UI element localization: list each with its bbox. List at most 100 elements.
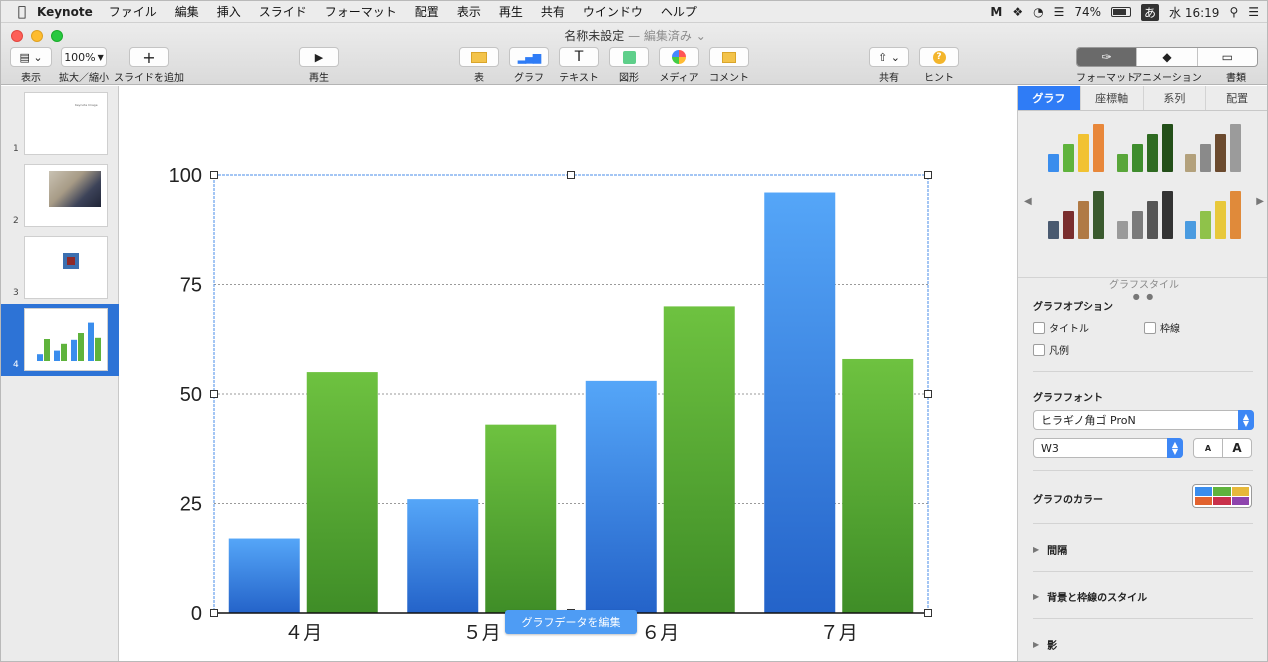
chevron-right-icon[interactable]: ▶ (1256, 196, 1264, 207)
color-chip (1195, 496, 1213, 505)
chart-icon: ▂▄▆ (517, 50, 541, 64)
chart-colors-picker[interactable] (1192, 484, 1252, 508)
view-button[interactable]: ▤ ⌄ (10, 47, 52, 67)
paintbrush-icon: ✑ (1101, 50, 1112, 64)
menu-insert[interactable]: 挿入 (217, 3, 241, 20)
chart-button[interactable]: ▂▄▆ (509, 47, 549, 67)
border-checkbox[interactable]: 枠線 (1144, 320, 1180, 335)
title-checkbox[interactable]: タイトル (1033, 320, 1089, 335)
checkbox-box[interactable] (1033, 343, 1045, 356)
font-family-select[interactable]: ヒラギノ角ゴ ProN ▲ ▼ (1033, 410, 1254, 430)
chevron-left-icon[interactable]: ◀ (1024, 196, 1032, 207)
font-smaller-button[interactable]: A (1193, 438, 1223, 458)
resize-handle[interactable] (924, 609, 932, 617)
bar-green-4[interactable] (842, 358, 914, 613)
slide-thumbnail-3[interactable]: 3 (1, 232, 119, 304)
edited-status[interactable]: — 編集済み ⌄ (628, 29, 706, 43)
chart-style-1[interactable] (1044, 120, 1106, 172)
slide-canvas[interactable]: 0 25 50 75 100 ４月 ５月 ６月 ７月 グラフデータを編集 (120, 86, 1017, 662)
menu-play[interactable]: 再生 (499, 3, 523, 20)
font-weight-value: W3 (1041, 441, 1059, 455)
gap-disclosure[interactable]: ▶ 間隔 (1033, 542, 1067, 557)
edit-chart-data-button[interactable]: グラフデータを編集 (505, 610, 637, 634)
menu-help[interactable]: ヘルプ (661, 3, 697, 20)
add-slide-label: スライドを追加 (114, 73, 184, 84)
keynote-window:  Keynote ファイル 編集 挿入 スライド フォーマット 配置 表示 再… (0, 0, 1268, 662)
resize-handle[interactable] (210, 171, 218, 179)
checkbox-box[interactable] (1033, 321, 1045, 334)
slide-thumbnail-1[interactable]: Keynote Image 1 (1, 88, 119, 160)
tab-series[interactable]: 系列 (1144, 86, 1207, 110)
comment-button[interactable] (709, 47, 749, 67)
menu-file[interactable]: ファイル (109, 3, 157, 20)
menu-arrange[interactable]: 配置 (415, 3, 439, 20)
dropbox-icon[interactable]: ❖ (1012, 5, 1023, 19)
play-icon: ▶ (314, 50, 324, 64)
menu-edit[interactable]: 編集 (175, 3, 199, 20)
disclosure-triangle-icon: ▶ (1033, 545, 1040, 554)
font-weight-select[interactable]: W3 ▲ ▼ (1033, 438, 1183, 458)
shadow-disclosure[interactable]: ▶ 影 (1033, 637, 1057, 652)
tab-chart[interactable]: グラフ (1018, 86, 1081, 110)
text-button[interactable]: T (559, 47, 599, 67)
menu-slide[interactable]: スライド (259, 3, 307, 20)
timemachine-icon[interactable]: ◔ (1033, 5, 1043, 19)
media-button[interactable] (659, 47, 699, 67)
chart-style-6[interactable] (1181, 187, 1243, 239)
font-larger-button[interactable]: A (1222, 438, 1252, 458)
menu-window[interactable]: ウインドウ (583, 3, 643, 20)
divider (1033, 470, 1253, 471)
menu-share[interactable]: 共有 (541, 3, 565, 20)
bar-green-3[interactable] (663, 306, 735, 613)
add-slide-button[interactable]: + (129, 47, 169, 67)
resize-handle[interactable] (210, 390, 218, 398)
spotlight-icon[interactable]: ⚲ (1229, 5, 1238, 19)
zoom-label: 拡大／縮小 (59, 73, 109, 84)
chart-style-3[interactable] (1181, 120, 1243, 172)
bar-blue-1[interactable] (228, 538, 300, 613)
document-tab[interactable]: ▭ (1198, 48, 1257, 66)
chart-style-2[interactable] (1113, 120, 1175, 172)
zoom-select[interactable]: 100% ▼ (61, 47, 107, 67)
format-tab[interactable]: ✑ (1077, 48, 1138, 66)
table-button[interactable] (459, 47, 499, 67)
mini-bar (71, 339, 77, 361)
legend-checkbox[interactable]: 凡例 (1033, 342, 1069, 357)
bar-green-2[interactable] (485, 424, 557, 613)
animate-tab[interactable]: ◆ (1137, 48, 1198, 66)
share-label: 共有 (879, 73, 899, 84)
slide-thumbnail-2[interactable]: 2 (1, 160, 119, 232)
gmail-icon[interactable]: M (990, 5, 1002, 19)
tab-arrange[interactable]: 配置 (1206, 86, 1267, 110)
slide-thumbnail-4[interactable]: 4 (1, 304, 119, 376)
document-icon: ▭ (1221, 50, 1233, 64)
bar-chart[interactable]: 0 25 50 75 100 ４月 ５月 ６月 ７月 (120, 86, 1017, 662)
resize-handle[interactable] (924, 171, 932, 179)
menu-format[interactable]: フォーマット (325, 3, 397, 20)
apple-icon[interactable]:  (7, 4, 37, 20)
slide-navigator: Keynote Image 1 2 3 4 (1, 86, 119, 661)
hint-button[interactable]: ? (919, 47, 959, 67)
chart-style-5[interactable] (1113, 187, 1175, 239)
resize-handle[interactable] (210, 609, 218, 617)
bar-blue-4[interactable] (764, 192, 836, 613)
background-border-disclosure[interactable]: ▶ 背景と枠線のスタイル (1033, 589, 1147, 604)
bar-blue-3[interactable] (585, 380, 657, 613)
resize-handle[interactable] (567, 171, 575, 179)
play-button[interactable]: ▶ (299, 47, 339, 67)
clock[interactable]: 水 16:19 (1169, 4, 1219, 21)
chart-style-4[interactable] (1044, 187, 1106, 239)
input-method-indicator[interactable]: あ (1141, 3, 1160, 21)
shape-button[interactable] (609, 47, 649, 67)
share-button[interactable]: ⇧ ⌄ (869, 47, 909, 67)
resize-handle[interactable] (924, 390, 932, 398)
checkbox-box[interactable] (1144, 321, 1156, 334)
tab-axis[interactable]: 座標軸 (1081, 86, 1144, 110)
notification-center-icon[interactable]: ☰ (1248, 5, 1259, 19)
battery-icon[interactable] (1111, 7, 1132, 17)
bar-green-1[interactable] (306, 372, 378, 613)
menu-app-name[interactable]: Keynote (37, 5, 93, 19)
wifi-icon[interactable]: ☰ (1054, 5, 1065, 19)
menu-view[interactable]: 表示 (457, 3, 481, 20)
bar-blue-2[interactable] (407, 499, 479, 613)
